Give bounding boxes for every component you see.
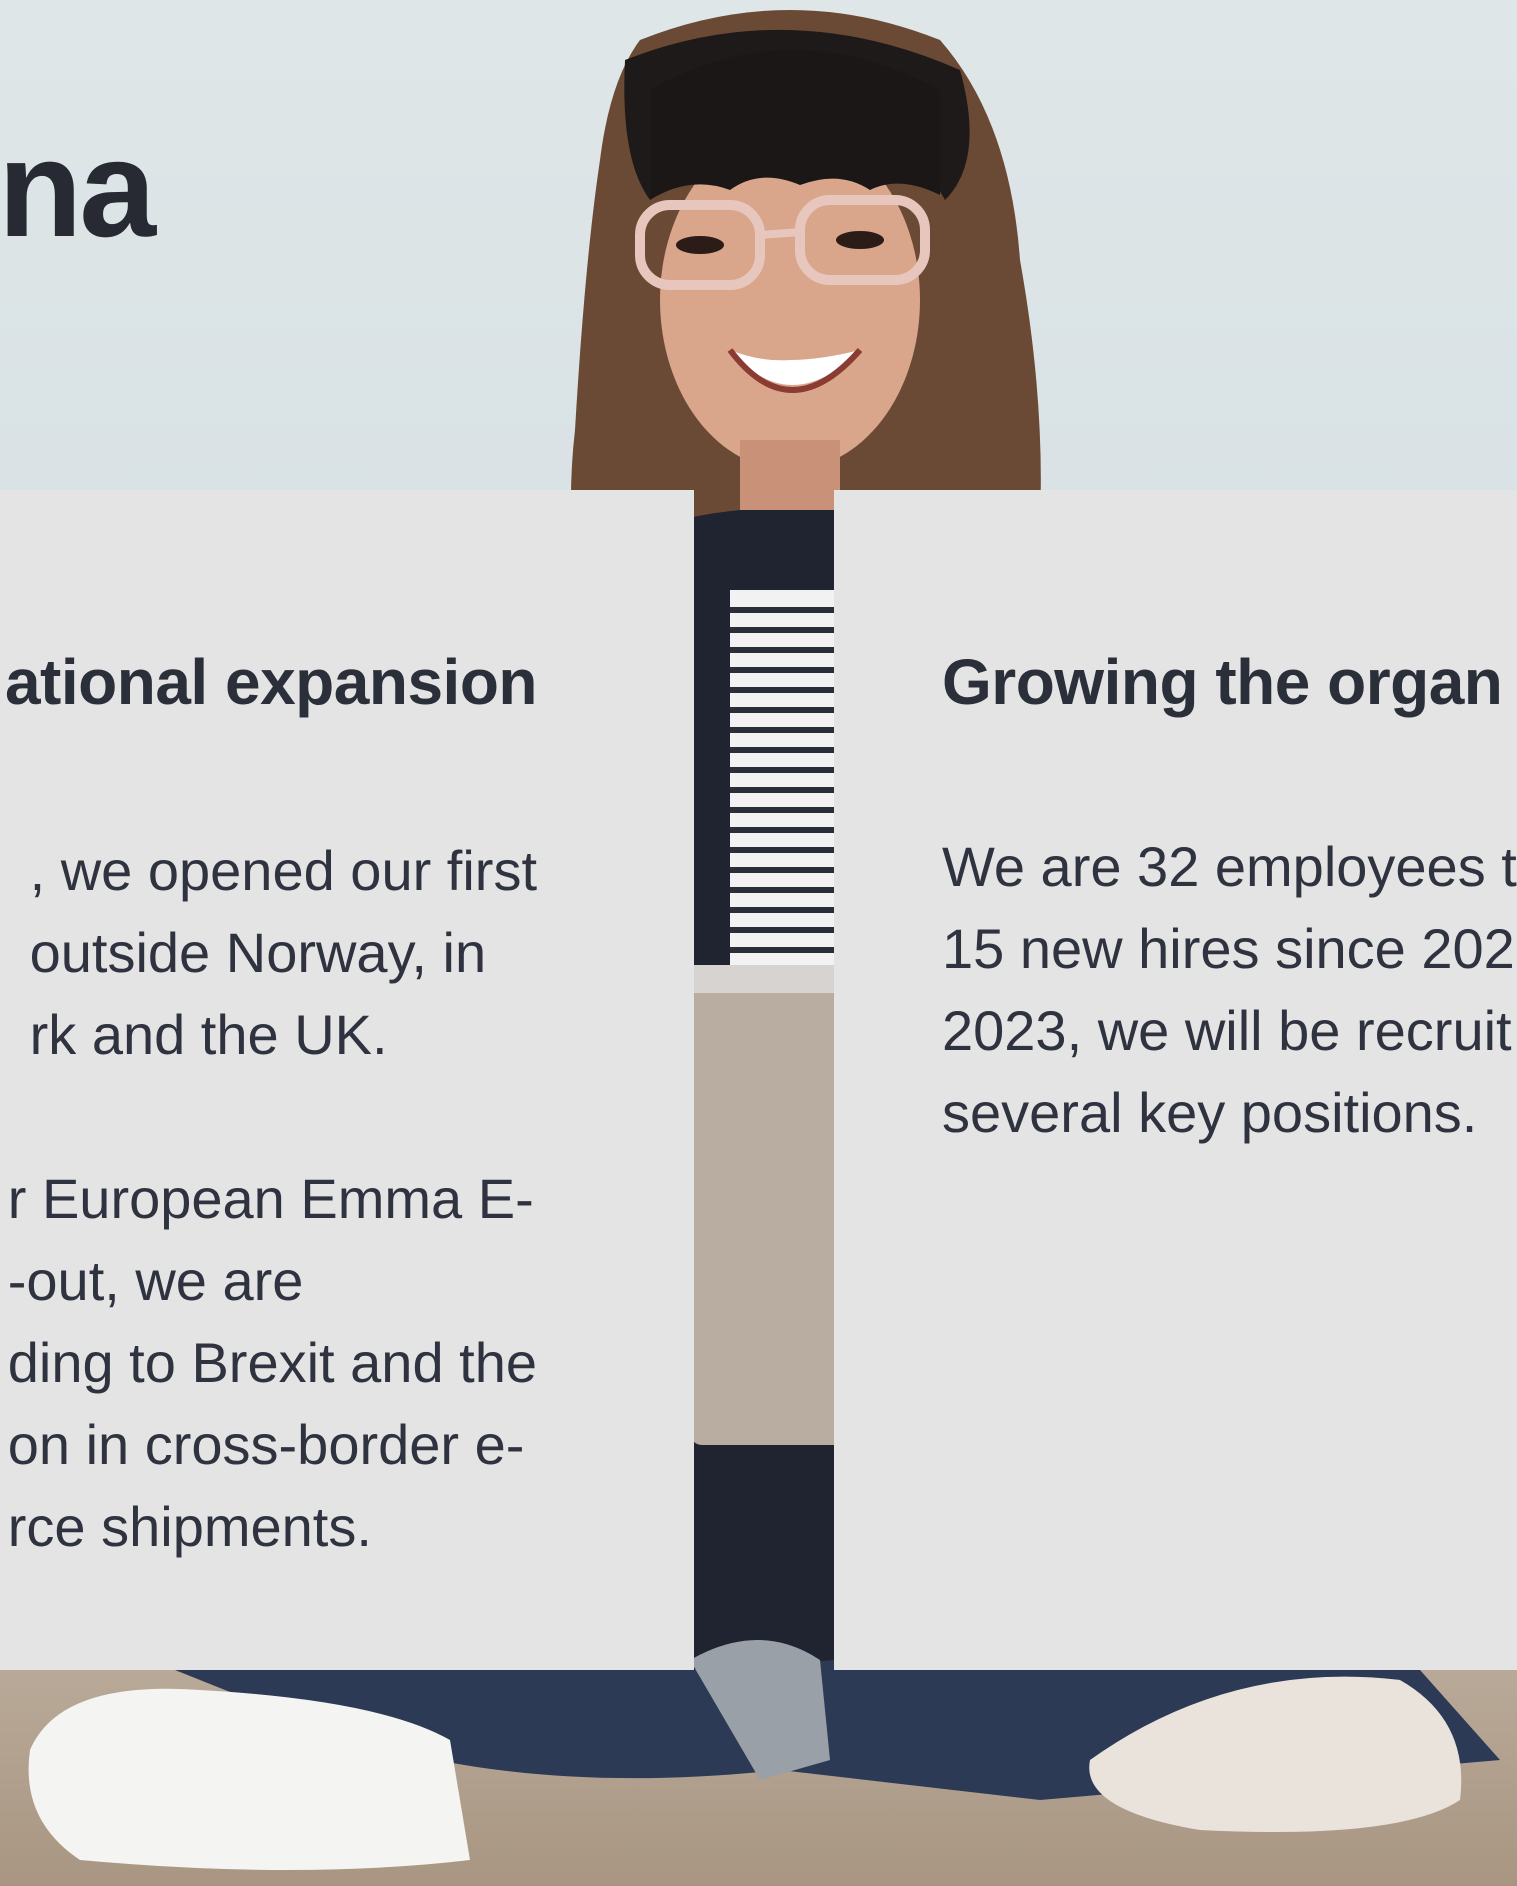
- paragraph-line: several key positions.: [942, 1081, 1478, 1144]
- paragraph-line: r European Emma E-: [7, 1167, 534, 1230]
- card-paragraph: r European Emma E- -out, we are ding to …: [8, 1158, 537, 1568]
- hero-title: na: [0, 112, 156, 266]
- card-heading: Growing the organ: [942, 646, 1503, 718]
- card-paragraph: , we opened our first outside Norway, in…: [30, 830, 537, 1076]
- card-paragraph: We are 32 employees t 15 new hires since…: [942, 826, 1517, 1154]
- card-growing-organization: Growing the organ We are 32 employees t …: [834, 490, 1517, 1670]
- paragraph-line: rk and the UK.: [29, 1003, 388, 1066]
- paragraph-line: 2023, we will be recruit: [942, 999, 1512, 1062]
- paragraph-line: 15 new hires since 202: [942, 917, 1515, 980]
- card-international-expansion: ational expansion , we opened our first …: [0, 490, 694, 1670]
- paragraph-line: rce shipments.: [7, 1495, 372, 1558]
- paragraph-line: outside Norway, in: [29, 921, 487, 984]
- paragraph-line: -out, we are: [7, 1249, 304, 1312]
- paragraph-line: on in cross-border e-: [7, 1413, 525, 1476]
- card-heading: ational expansion: [4, 646, 538, 718]
- paragraph-line: We are 32 employees t: [942, 835, 1517, 898]
- paragraph-line: , we opened our first: [29, 839, 537, 902]
- paragraph-line: ding to Brexit and the: [7, 1331, 537, 1394]
